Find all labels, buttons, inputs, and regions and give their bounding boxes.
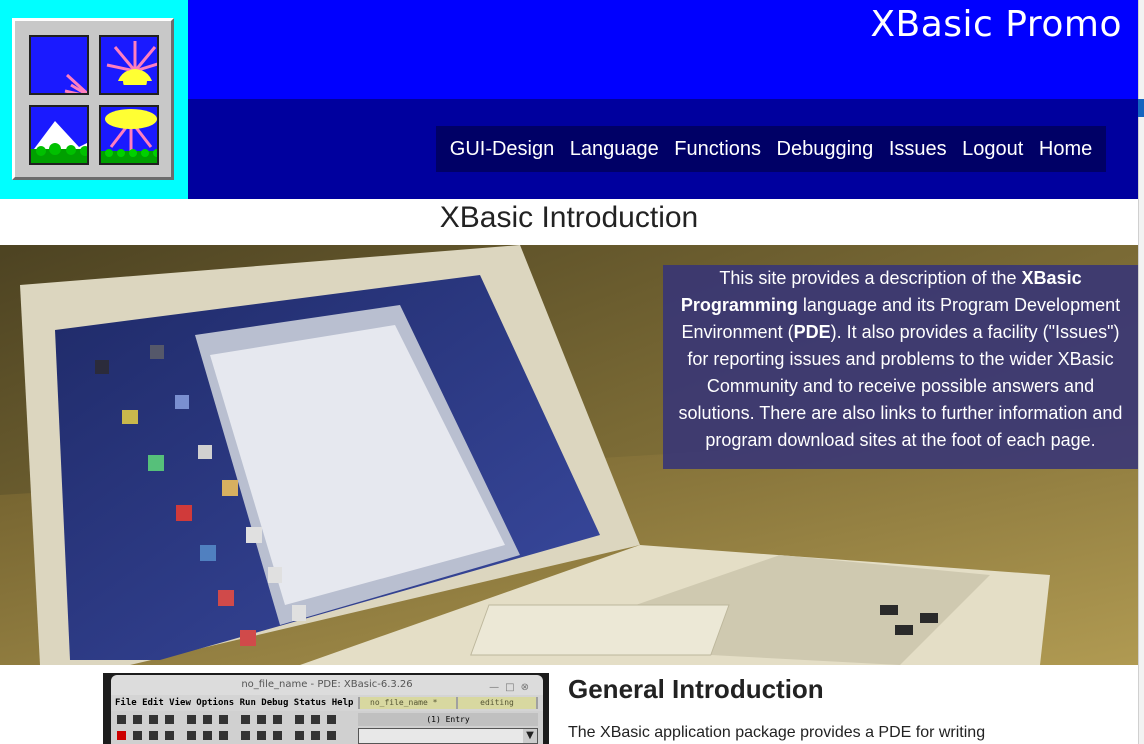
- intro-text-bold-pde: PDE: [793, 322, 831, 342]
- pde-file-info: no_file_name * editing: [358, 697, 538, 709]
- pde-toolbar-icons: [117, 715, 336, 740]
- logo-area: [0, 0, 188, 199]
- dropdown-arrow-icon: ▼: [523, 729, 537, 743]
- header-banner: XBasic Promo: [188, 0, 1138, 99]
- intro-description: This site provides a description of the …: [663, 265, 1138, 469]
- nav-debugging[interactable]: Debugging: [777, 138, 874, 161]
- pde-titlebar: no_file_name - PDE: XBasic-6.3.26 —□⊗: [111, 675, 543, 695]
- logo-tile-sunrise-icon: [99, 35, 159, 95]
- intro-text-1: This site provides a description of the: [719, 268, 1022, 288]
- nav-issues[interactable]: Issues: [889, 138, 947, 161]
- pde-mode: editing: [458, 697, 536, 709]
- nav-language[interactable]: Language: [570, 138, 659, 161]
- page-title: XBasic Introduction: [439, 201, 699, 234]
- nav-logout[interactable]: Logout: [962, 138, 1023, 161]
- pde-title: no_file_name - PDE: XBasic-6.3.26: [241, 679, 413, 690]
- pde-entry-label: (1) Entry: [358, 713, 538, 726]
- site-title: XBasic Promo: [870, 4, 1122, 45]
- logo-tile-sunset-icon: [99, 105, 159, 165]
- nav-functions[interactable]: Functions: [674, 138, 761, 161]
- scrollbar-thumb[interactable]: [1138, 99, 1144, 117]
- logo-tile-sky-icon: [29, 35, 89, 95]
- section-heading: General Introduction: [568, 674, 824, 704]
- main-nav: GUI-Design Language Functions Debugging …: [436, 126, 1106, 172]
- pde-screenshot: no_file_name - PDE: XBasic-6.3.26 —□⊗ Fi…: [103, 673, 549, 744]
- nav-home[interactable]: Home: [1039, 138, 1092, 161]
- xbasic-logo[interactable]: [12, 18, 174, 180]
- nav-gui-design[interactable]: GUI-Design: [450, 138, 554, 161]
- pde-combo: ▼: [358, 728, 538, 744]
- logo-tile-mountain-icon: [29, 105, 89, 165]
- header-nav-bar: GUI-Design Language Functions Debugging …: [188, 99, 1138, 199]
- hero-image: This site provides a description of the …: [0, 245, 1138, 665]
- pde-file-name: no_file_name *: [360, 697, 456, 709]
- section-text: The XBasic application package provides …: [568, 724, 986, 741]
